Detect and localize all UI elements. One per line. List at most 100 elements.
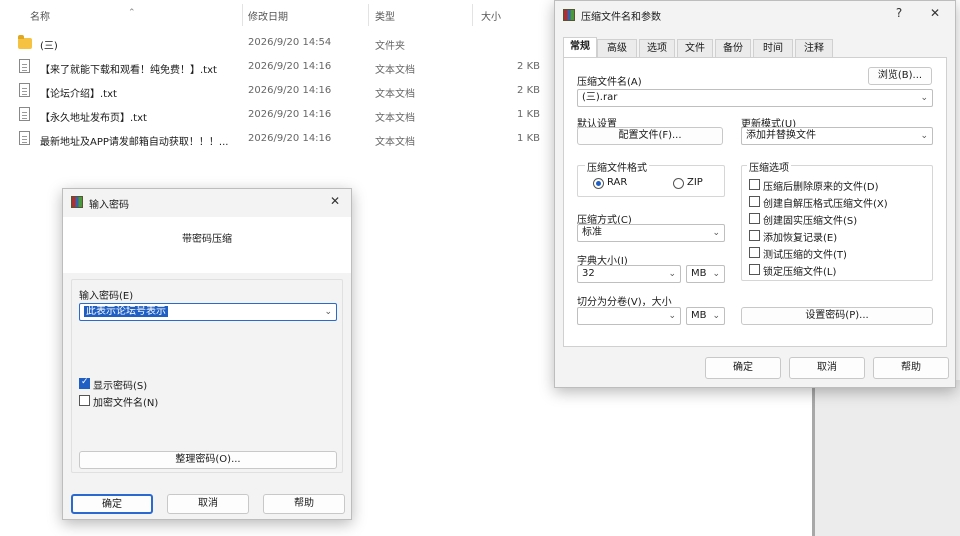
update-mode-select[interactable]: 添加并替换文件 ⌄ — [741, 127, 933, 145]
split-size-input[interactable]: ⌄ — [577, 307, 681, 325]
file-name: (三) — [40, 41, 58, 52]
option-label: 添加恢复记录(E) — [763, 233, 838, 244]
lock-archive-checkbox[interactable] — [749, 264, 760, 275]
tab-time[interactable]: 时间 — [753, 39, 793, 57]
column-header-name[interactable]: 名称 — [30, 8, 50, 23]
dict-unit-value: MB — [691, 268, 707, 279]
file-type: 文本文档 — [375, 89, 415, 100]
show-password-checkbox[interactable] — [79, 377, 90, 389]
recovery-record-checkbox[interactable] — [749, 230, 760, 241]
option-label: 测试压缩的文件(T) — [763, 250, 847, 261]
format-rar-radio[interactable] — [593, 178, 604, 189]
text-file-icon — [19, 83, 30, 97]
update-mode-value: 添加并替换文件 — [746, 130, 816, 141]
column-header-size[interactable]: 大小 — [481, 8, 501, 23]
close-icon[interactable]: ✕ — [325, 194, 345, 208]
close-icon[interactable]: ✕ — [925, 6, 945, 20]
background-window — [815, 380, 960, 536]
tab-backup[interactable]: 备份 — [715, 39, 751, 57]
chevron-down-icon[interactable]: ⌄ — [324, 304, 332, 320]
sort-chevron-icon: ⌃ — [128, 8, 136, 18]
file-type: 文本文档 — [375, 113, 415, 124]
dialog-titlebar[interactable]: 输入密码 ✕ — [63, 189, 351, 217]
tab-advanced[interactable]: 高级 — [597, 39, 637, 57]
option-label: 创建固实压缩文件(S) — [763, 216, 858, 227]
archive-name-input[interactable]: (三).rar ⌄ — [577, 89, 933, 107]
file-row[interactable]: 【来了就能下载和观看！纯免费！】.txt 2026/9/20 14:16 文本文… — [0, 56, 560, 78]
dict-size-select[interactable]: 32 ⌄ — [577, 265, 681, 283]
password-input[interactable]: 此表示论坛号表示 ⌄ — [79, 303, 337, 321]
method-value: 标准 — [582, 227, 602, 238]
sfx-checkbox[interactable] — [749, 196, 760, 207]
file-row[interactable]: 【论坛介绍】.txt 2026/9/20 14:16 文本文档 2 KB — [0, 80, 560, 102]
ok-button[interactable]: 确定 — [705, 357, 781, 379]
password-dialog: 输入密码 ✕ 带密码压缩 输入密码(E) 此表示论坛号表示 ⌄ 显示密码(S) … — [62, 188, 352, 520]
ok-button[interactable]: 确定 — [71, 494, 153, 514]
folder-icon — [18, 35, 32, 49]
chevron-down-icon: ⌄ — [712, 228, 720, 238]
dialog-title: 压缩文件名和参数 — [581, 12, 661, 23]
options-group-label: 压缩选项 — [747, 159, 791, 174]
help-button[interactable]: 帮助 — [263, 494, 345, 514]
chevron-down-icon[interactable]: ⌄ — [920, 90, 928, 106]
chevron-down-icon: ⌄ — [920, 131, 928, 141]
column-header-date[interactable]: 修改日期 — [248, 8, 288, 23]
browse-button[interactable]: 浏览(B)... — [868, 67, 932, 85]
winrar-icon — [563, 9, 575, 21]
solid-checkbox[interactable] — [749, 213, 760, 224]
method-select[interactable]: 标准 ⌄ — [577, 224, 725, 242]
file-name: 【来了就能下载和观看！纯免费！】.txt — [40, 65, 217, 76]
file-date: 2026/9/20 14:16 — [248, 61, 332, 72]
organize-passwords-button[interactable]: 整理密码(O)... — [79, 451, 337, 469]
column-divider[interactable] — [368, 4, 369, 26]
column-divider[interactable] — [242, 4, 243, 26]
archive-name-value: (三).rar — [582, 92, 618, 103]
file-name: 【论坛介绍】.txt — [40, 89, 117, 100]
chevron-down-icon: ⌄ — [712, 269, 720, 279]
file-date: 2026/9/20 14:16 — [248, 85, 332, 96]
tab-comment[interactable]: 注释 — [795, 39, 833, 57]
file-size: 1 KB — [517, 133, 540, 144]
encrypt-filenames-checkbox[interactable] — [79, 395, 90, 406]
file-date: 2026/9/20 14:16 — [248, 133, 332, 144]
file-type: 文件夹 — [375, 41, 405, 52]
format-group-label: 压缩文件格式 — [585, 159, 649, 174]
file-row[interactable]: 【永久地址发布页】.txt 2026/9/20 14:16 文本文档 1 KB — [0, 104, 560, 126]
dialog-heading: 带密码压缩 — [182, 234, 232, 245]
help-icon[interactable]: ? — [889, 6, 909, 20]
heading-area — [63, 217, 351, 273]
split-unit-select[interactable]: MB ⌄ — [686, 307, 725, 325]
dict-size-value: 32 — [582, 268, 595, 279]
file-row[interactable]: 最新地址及APP请发邮箱自动获取！！！... 2026/9/20 14:16 文… — [0, 128, 560, 150]
cancel-button[interactable]: 取消 — [789, 357, 865, 379]
format-zip-label: ZIP — [687, 177, 703, 188]
show-password-label: 显示密码(S) — [93, 381, 148, 392]
tab-general[interactable]: 常规 — [563, 37, 597, 58]
format-zip-radio[interactable] — [673, 178, 684, 189]
split-volumes-label: 切分为分卷(V)，大小 — [577, 297, 672, 308]
archive-params-dialog: 压缩文件名和参数 ? ✕ 常规 高级 选项 文件 备份 时间 注释 压缩文件名(… — [554, 0, 956, 388]
encrypt-filenames-label: 加密文件名(N) — [93, 398, 159, 409]
cancel-button[interactable]: 取消 — [167, 494, 249, 514]
file-row[interactable]: (三) 2026/9/20 14:54 文件夹 — [0, 32, 560, 54]
column-header-type[interactable]: 类型 — [375, 8, 395, 23]
text-file-icon — [19, 131, 30, 145]
delete-after-checkbox[interactable] — [749, 179, 760, 190]
file-type: 文本文档 — [375, 137, 415, 148]
column-divider[interactable] — [472, 4, 473, 26]
dict-unit-select[interactable]: MB ⌄ — [686, 265, 725, 283]
profiles-button[interactable]: 配置文件(F)... — [577, 127, 723, 145]
dialog-titlebar[interactable]: 压缩文件名和参数 ? ✕ — [555, 1, 955, 29]
set-password-button[interactable]: 设置密码(P)... — [741, 307, 933, 325]
file-size: 1 KB — [517, 109, 540, 120]
help-button[interactable]: 帮助 — [873, 357, 949, 379]
test-files-checkbox[interactable] — [749, 247, 760, 258]
text-file-icon — [19, 59, 30, 73]
tab-files[interactable]: 文件 — [677, 39, 713, 57]
file-name: 最新地址及APP请发邮箱自动获取！！！... — [40, 137, 229, 148]
option-label: 锁定压缩文件(L) — [763, 267, 837, 278]
chevron-down-icon: ⌄ — [668, 311, 676, 321]
tab-options[interactable]: 选项 — [639, 39, 675, 57]
option-label: 创建自解压格式压缩文件(X) — [763, 199, 888, 210]
password-value: 此表示论坛号表示 — [84, 306, 168, 317]
